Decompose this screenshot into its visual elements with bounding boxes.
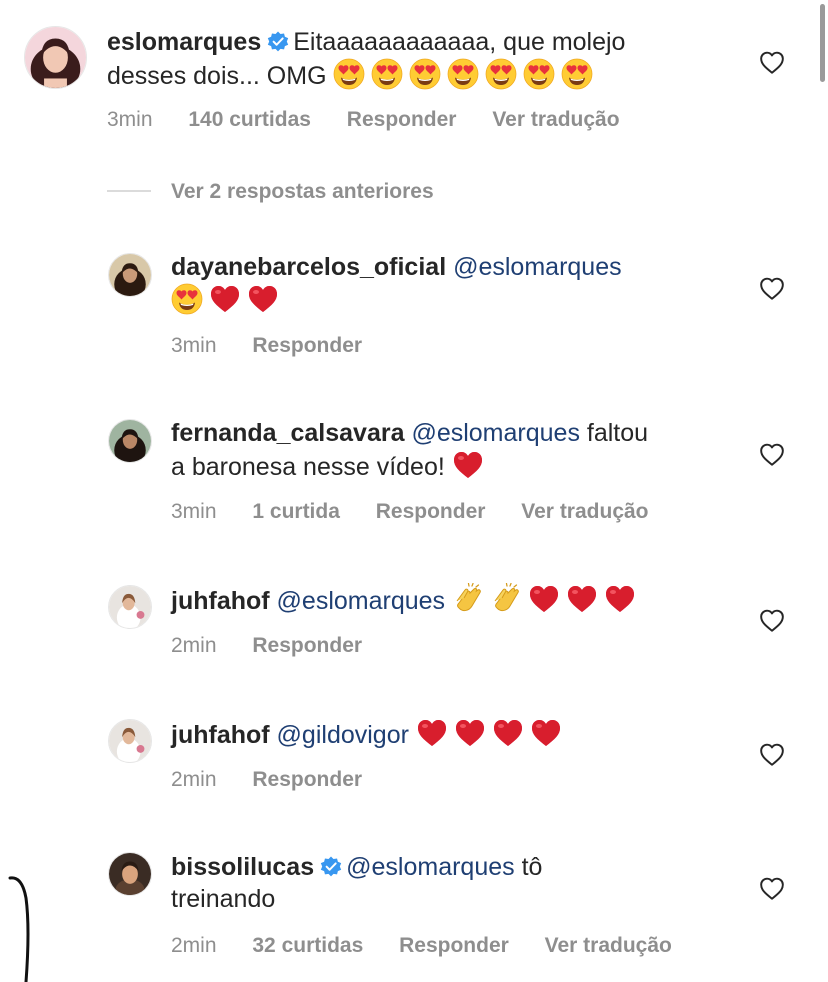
username[interactable]: juhfahof — [171, 587, 270, 615]
timestamp: 2min — [171, 634, 217, 657]
mention-link[interactable]: @eslomarques — [411, 419, 580, 447]
red-heart-emoji — [452, 449, 484, 481]
reply-button[interactable]: Responder — [252, 768, 362, 791]
red-heart-emoji — [209, 283, 241, 315]
likes-count[interactable]: 140 curtidas — [188, 108, 311, 131]
like-button[interactable] — [758, 442, 786, 468]
comment-meta: 3min Responder — [171, 332, 392, 360]
mention-link[interactable]: @eslomarques — [453, 253, 622, 281]
timestamp: 3min — [171, 500, 217, 523]
avatar[interactable] — [108, 852, 152, 896]
heart-eyes-emoji — [485, 58, 517, 90]
reply-button[interactable]: Responder — [252, 634, 362, 657]
reply-button[interactable]: Responder — [376, 500, 486, 523]
red-heart-emoji — [566, 583, 598, 615]
heart-outline-icon — [758, 50, 786, 76]
avatar[interactable] — [108, 719, 152, 763]
like-button[interactable] — [758, 876, 786, 902]
timestamp: 2min — [171, 768, 217, 791]
heart-eyes-emoji — [371, 58, 403, 90]
comment-meta: 2min Responder — [171, 632, 392, 660]
comment-meta: 3min 1 curtida Responder Ver tradução — [171, 498, 679, 526]
heart-eyes-emoji — [333, 58, 365, 90]
translate-button[interactable]: Ver tradução — [492, 108, 619, 131]
username[interactable]: fernanda_calsavara — [171, 419, 404, 447]
red-heart-emoji — [454, 717, 486, 749]
comment-text: faltou — [586, 419, 649, 447]
red-heart-emoji — [416, 717, 448, 749]
clapping-hands-emoji — [490, 583, 522, 615]
mention-link[interactable]: @eslomarques — [277, 587, 446, 615]
heart-eyes-emoji — [523, 58, 555, 90]
comment-text: treinando — [171, 885, 276, 913]
translate-button[interactable]: Ver tradução — [545, 934, 672, 957]
red-heart-emoji — [247, 283, 279, 315]
like-button[interactable] — [758, 50, 786, 76]
avatar[interactable] — [108, 419, 152, 463]
heart-outline-icon — [758, 442, 786, 468]
reply-button[interactable]: Responder — [399, 934, 509, 957]
comment-meta: 3min 140 curtidas Responder Ver tradução — [107, 106, 650, 134]
verified-badge-icon — [320, 856, 342, 878]
reply-button[interactable]: Responder — [347, 108, 457, 131]
mention-link[interactable]: @eslomarques — [346, 853, 515, 881]
view-previous-replies[interactable]: Ver 2 respostas anteriores — [107, 177, 607, 207]
heart-eyes-emoji — [447, 58, 479, 90]
reply-button[interactable]: Responder — [252, 334, 362, 357]
like-button[interactable] — [758, 276, 786, 302]
heart-eyes-emoji — [171, 283, 203, 315]
heart-outline-icon — [758, 876, 786, 902]
avatar[interactable] — [108, 585, 152, 629]
heart-eyes-emoji — [409, 58, 441, 90]
username[interactable]: eslomarques — [107, 28, 261, 56]
mention-link[interactable]: @gildovigor — [277, 721, 409, 749]
red-heart-emoji — [528, 583, 560, 615]
heart-outline-icon — [758, 608, 786, 634]
comment-text: a baronesa nesse vídeo! — [171, 453, 445, 481]
red-heart-emoji — [530, 717, 562, 749]
comment-text: desses dois... OMG — [107, 62, 327, 90]
timestamp: 3min — [171, 334, 217, 357]
comment-meta: 2min 32 curtidas Responder Ver tradução — [171, 932, 702, 960]
comment-text: Eitaaaaaaaaaaaa, que molejo — [293, 28, 626, 56]
pen-mark — [8, 876, 30, 982]
divider — [107, 190, 151, 192]
timestamp: 2min — [171, 934, 217, 957]
red-heart-emoji — [492, 717, 524, 749]
comment-meta: 2min Responder — [171, 766, 392, 794]
username[interactable]: dayanebarcelos_oficial — [171, 253, 446, 281]
like-button[interactable] — [758, 742, 786, 768]
username[interactable]: juhfahof — [171, 721, 270, 749]
red-heart-emoji — [604, 583, 636, 615]
scrollbar[interactable] — [820, 4, 825, 82]
translate-button[interactable]: Ver tradução — [521, 500, 648, 523]
clapping-hands-emoji — [452, 583, 484, 615]
heart-eyes-emoji — [561, 58, 593, 90]
heart-outline-icon — [758, 742, 786, 768]
like-button[interactable] — [758, 608, 786, 634]
likes-count[interactable]: 32 curtidas — [252, 934, 363, 957]
likes-count[interactable]: 1 curtida — [252, 500, 340, 523]
heart-outline-icon — [758, 276, 786, 302]
comment-text: tô — [521, 853, 543, 881]
view-replies-label[interactable]: Ver 2 respostas anteriores — [171, 177, 434, 207]
timestamp: 3min — [107, 108, 153, 131]
verified-badge-icon — [267, 31, 289, 53]
avatar[interactable] — [108, 253, 152, 297]
username[interactable]: bissolilucas — [171, 853, 314, 881]
avatar[interactable] — [24, 26, 87, 89]
